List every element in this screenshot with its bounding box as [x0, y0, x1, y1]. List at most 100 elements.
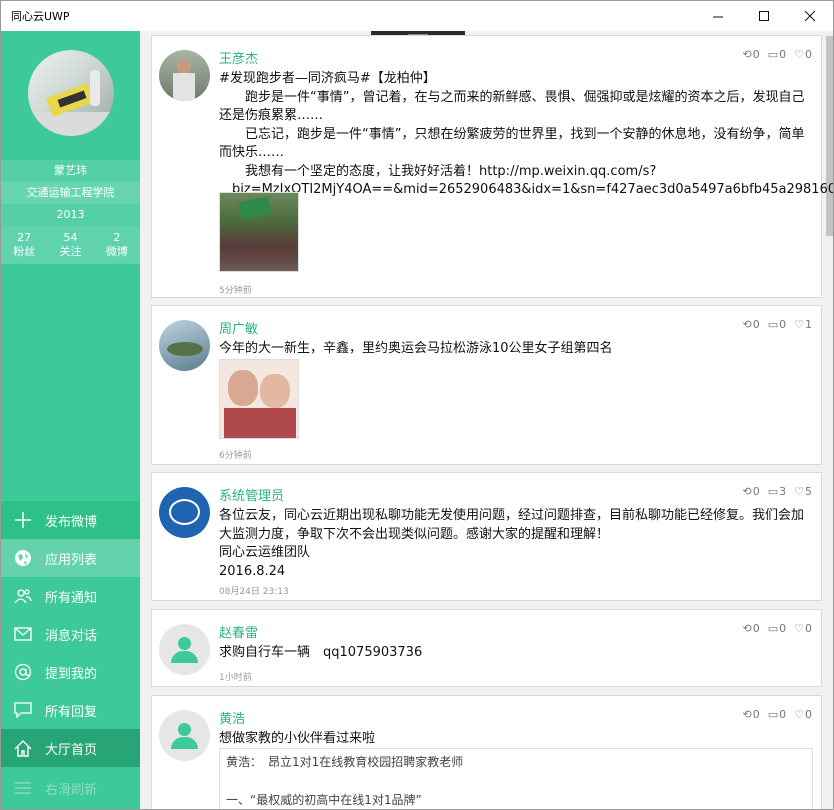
- stat-label: 微博: [105, 245, 128, 258]
- profile-year: 2013: [1, 204, 140, 226]
- repost-icon: ⟲: [742, 708, 752, 721]
- repost-icon: ⟲: [742, 318, 752, 331]
- comment-count: 0: [779, 708, 787, 721]
- nav-apps[interactable]: 应用列表: [1, 539, 140, 577]
- post-card[interactable]: 系统管理员 ⟲ 0 ▭ 3 ♡ 5 各位云友，同心云近期出现私聊功能无发使用问题，经过…: [151, 472, 822, 601]
- default-avatar[interactable]: [159, 624, 210, 675]
- like-button[interactable]: ♡ 1: [794, 318, 812, 331]
- post-time: 1小时前: [219, 673, 252, 683]
- nav-home[interactable]: 大厅首页: [1, 729, 140, 767]
- minimize-icon: [712, 16, 723, 17]
- heart-icon: ♡: [794, 318, 804, 331]
- post-author[interactable]: 赵春雷: [219, 622, 258, 641]
- nav-messages[interactable]: 消息对话: [1, 615, 140, 653]
- repost-button[interactable]: ⟲ 0: [743, 708, 760, 721]
- repost-button[interactable]: ⟲ 0: [743, 48, 760, 61]
- comment-button[interactable]: ▭ 3: [768, 485, 786, 498]
- nav-label: 所有回复: [45, 704, 98, 720]
- globe-icon: [1, 549, 45, 567]
- nav-label: 应用列表: [45, 552, 98, 568]
- repost-button[interactable]: ⟲ 0: [743, 485, 760, 498]
- post-text: 各位云友，同心云近期出现私聊功能无发使用问题，经过问题排查，目前私聊功能已经修复…: [219, 508, 805, 579]
- nav-label: 发布微博: [45, 514, 98, 530]
- post-avatar[interactable]: [159, 50, 210, 101]
- plus-icon: [1, 511, 45, 529]
- stat-fans[interactable]: 27 粉丝: [1, 226, 47, 264]
- like-count: 0: [805, 622, 812, 635]
- post-card[interactable]: 赵春雷 ⟲ 0 ▭ 0 ♡ 0 求购自行车一辆 qq1075903736 1小时前: [151, 609, 822, 687]
- post-text: #发现跑步者—同济疯马#【龙柏仲】 跑步是一件“事情”，曾记着，在与之而来的新鲜…: [219, 71, 833, 197]
- heart-icon: ♡: [794, 485, 804, 498]
- repost-count: 0: [752, 708, 760, 721]
- comment-button[interactable]: ▭ 0: [768, 318, 786, 331]
- repost-button[interactable]: ⟲ 0: [743, 622, 760, 635]
- post-image[interactable]: [219, 359, 299, 439]
- like-count: 1: [805, 318, 812, 331]
- default-avatar[interactable]: [159, 710, 210, 761]
- post-card[interactable]: 周广敏 ⟲ 0 ▭ 0 ♡ 1 今年的大一新生，辛鑫，里约奥运会马拉松游泳10公里女子…: [151, 305, 822, 465]
- post-author[interactable]: 王彦杰: [219, 48, 258, 67]
- comment-icon: ▭: [767, 485, 779, 498]
- scrollbar[interactable]: [826, 36, 833, 236]
- nav-mentions[interactable]: 提到我的: [1, 653, 140, 691]
- comment-icon: ▭: [767, 318, 779, 331]
- title-bar[interactable]: 同心云UWP: [1, 1, 833, 31]
- post-author[interactable]: 黄浩: [219, 708, 245, 727]
- app-window: 同心云UWP 蒙艺玮 交通运输工程学院 2013 27 粉丝 54 关注 2 微博 发…: [0, 0, 834, 810]
- heart-icon: ♡: [794, 48, 804, 61]
- maximize-button[interactable]: [741, 1, 787, 31]
- stat-label: 粉丝: [13, 245, 36, 258]
- heart-icon: ♡: [794, 708, 804, 721]
- post-image[interactable]: [219, 192, 299, 272]
- comment-count: 0: [779, 48, 787, 61]
- profile-avatar[interactable]: [28, 50, 114, 136]
- post-card[interactable]: 王彦杰 ⟲ 0 ▭ 0 ♡ 0 #发现跑步者—同济疯马#【龙柏仲】 跑步是一件“事情”…: [151, 35, 833, 298]
- nav-replies[interactable]: 所有回复: [1, 691, 140, 729]
- comment-button[interactable]: ▭ 0: [768, 48, 786, 61]
- stat-following[interactable]: 54 关注: [47, 226, 93, 264]
- repost-button[interactable]: ⟲ 0: [743, 318, 760, 331]
- nav-notifications[interactable]: 所有通知: [1, 577, 140, 615]
- repost-count: 0: [752, 622, 760, 635]
- repost-count: 0: [752, 485, 760, 498]
- nav-label: 提到我的: [45, 666, 98, 682]
- mail-icon: [1, 627, 45, 641]
- repost-count: 0: [752, 48, 760, 61]
- comment-button[interactable]: ▭ 0: [768, 708, 786, 721]
- comment-count: 0: [779, 622, 787, 635]
- post-actions: ⟲ 0 ▭ 0 ♡ 0: [743, 48, 813, 61]
- comment-button[interactable]: ▭ 0: [768, 622, 786, 635]
- feed[interactable]: 王彦杰 ⟲ 0 ▭ 0 ♡ 0 #发现跑步者—同济疯马#【龙柏仲】 跑步是一件“事情”…: [140, 31, 833, 809]
- post-text: 想做家教的小伙伴看过来啦: [219, 731, 376, 746]
- comment-icon: ▭: [767, 622, 779, 635]
- people-icon: [1, 587, 45, 605]
- post-actions: ⟲ 0 ▭ 3 ♡ 5: [743, 485, 813, 498]
- like-button[interactable]: ♡ 5: [794, 485, 812, 498]
- like-button[interactable]: ♡ 0: [794, 48, 812, 61]
- stat-count: 27: [17, 231, 32, 244]
- post-card[interactable]: 黄浩 ⟲ 0 ▭ 0 ♡ 0 想做家教的小伙伴看过来啦 黄浩： 昂立1对1在线教育校园…: [151, 695, 822, 809]
- nav-refresh[interactable]: 右滑刷新: [1, 769, 140, 807]
- post-time: 08月24日 23:13: [219, 587, 289, 597]
- nav-label: 右滑刷新: [45, 782, 98, 798]
- like-button[interactable]: ♡ 0: [794, 708, 812, 721]
- post-avatar[interactable]: [159, 487, 210, 538]
- maximize-icon: [758, 10, 769, 21]
- nav-publish[interactable]: 发布微博: [1, 501, 140, 539]
- profile-stats: 27 粉丝 54 关注 2 微博: [1, 226, 140, 264]
- stat-posts[interactable]: 2 微博: [94, 226, 140, 264]
- like-count: 0: [805, 708, 812, 721]
- post-author[interactable]: 系统管理员: [219, 485, 284, 504]
- minimize-button[interactable]: [695, 1, 741, 31]
- like-count: 0: [805, 48, 812, 61]
- like-count: 5: [805, 485, 812, 498]
- post-text: 今年的大一新生，辛鑫，里约奥运会马拉松游泳10公里女子组第四名: [219, 341, 613, 356]
- profile-school: 交通运输工程学院: [1, 182, 140, 204]
- quoted-post[interactable]: 黄浩： 昂立1对1在线教育校园招聘家教老师 一、“最权威的初高中在线1对1品牌”…: [219, 748, 813, 809]
- post-author[interactable]: 周广敏: [219, 318, 258, 337]
- home-icon: [1, 739, 45, 757]
- nav-label: 所有通知: [45, 590, 98, 606]
- close-button[interactable]: [787, 1, 833, 31]
- like-button[interactable]: ♡ 0: [794, 622, 812, 635]
- post-avatar[interactable]: [159, 320, 210, 371]
